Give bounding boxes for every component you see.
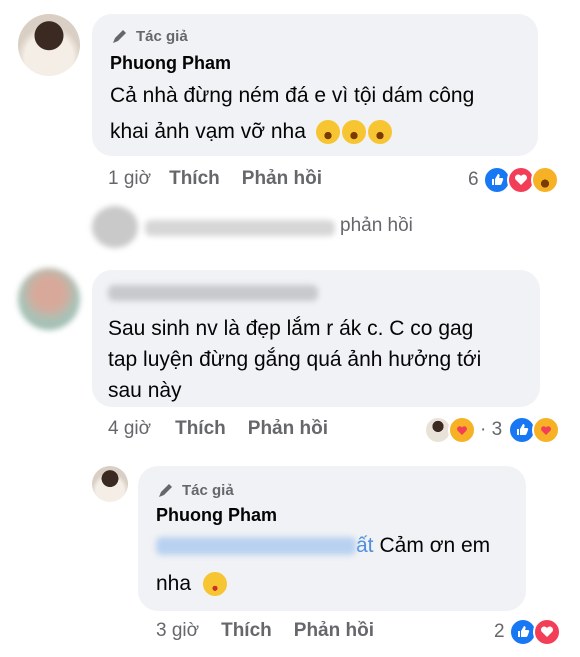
avatar[interactable] (18, 268, 80, 330)
comment-text-line: Cả nhà đừng ném đá e vì tội dám công (110, 84, 475, 107)
laughing-emoji-icon (367, 120, 392, 145)
reaction-count: 2 (494, 621, 505, 642)
reaction-summary[interactable]: 2 (494, 618, 561, 646)
timestamp[interactable]: 3 giờ (156, 620, 199, 642)
comment-actions: 4 giờ Thích Phản hồi (108, 418, 328, 440)
reaction-summary[interactable]: 6 (468, 166, 559, 194)
timestamp[interactable]: 4 giờ (108, 418, 151, 440)
like-button[interactable]: Thích (175, 418, 226, 440)
comment-text-line: khai ảnh vạm vỡ nha (110, 114, 392, 150)
comment-text: khai ảnh vạm vỡ nha (110, 120, 306, 143)
author-badge: Tác giả (110, 26, 188, 46)
view-replies-link[interactable]: phản hồi (340, 215, 413, 237)
comment-text: nha (156, 572, 192, 595)
timestamp[interactable]: 1 giờ (108, 168, 151, 190)
reply-avatars[interactable] (92, 206, 138, 248)
author-badge: Tác giả (156, 480, 234, 500)
comment-text-line: nha (156, 566, 227, 602)
author-badge-label: Tác giả (182, 481, 234, 499)
comment-text-line: sau này (108, 379, 182, 402)
author-badge-label: Tác giả (136, 27, 188, 45)
reaction-summary[interactable]: · 3 (480, 416, 561, 444)
kissing-emoji-icon (202, 572, 227, 597)
avatar[interactable] (92, 466, 128, 502)
laughing-emoji-icon (341, 120, 366, 145)
reaction-count: 6 (468, 169, 479, 190)
mention-suffix[interactable]: ất (356, 528, 374, 564)
care-reaction-icon (448, 416, 476, 444)
pencil-icon (159, 484, 172, 497)
avatar[interactable] (18, 14, 80, 76)
comment-actions: 1 giờ Thích Phản hồi (108, 168, 322, 190)
laughing-emoji-icon (315, 120, 340, 145)
comment-text-line: ất Cảm ơn em (156, 528, 490, 564)
like-button[interactable]: Thích (221, 620, 272, 642)
love-reaction-icon (532, 618, 561, 646)
reply-preview (145, 220, 335, 236)
comment-text: Cảm ơn em (379, 534, 491, 557)
comment-actions: 3 giờ Thích Phản hồi (156, 620, 374, 642)
care-reaction-icon (532, 416, 561, 444)
reactor-avatars[interactable] (424, 416, 476, 444)
pencil-icon (113, 30, 126, 43)
like-button[interactable]: Thích (169, 168, 220, 190)
author-name[interactable]: Phuong Pham (110, 53, 231, 74)
haha-reaction-icon (530, 166, 559, 194)
author-name[interactable] (108, 285, 318, 301)
mention-link[interactable] (156, 537, 356, 555)
reply-button[interactable]: Phản hồi (242, 168, 322, 190)
author-name[interactable]: Phuong Pham (156, 505, 277, 526)
reaction-count: · 3 (480, 419, 503, 440)
reply-button[interactable]: Phản hồi (248, 418, 328, 440)
reply-button[interactable]: Phản hồi (294, 620, 374, 642)
